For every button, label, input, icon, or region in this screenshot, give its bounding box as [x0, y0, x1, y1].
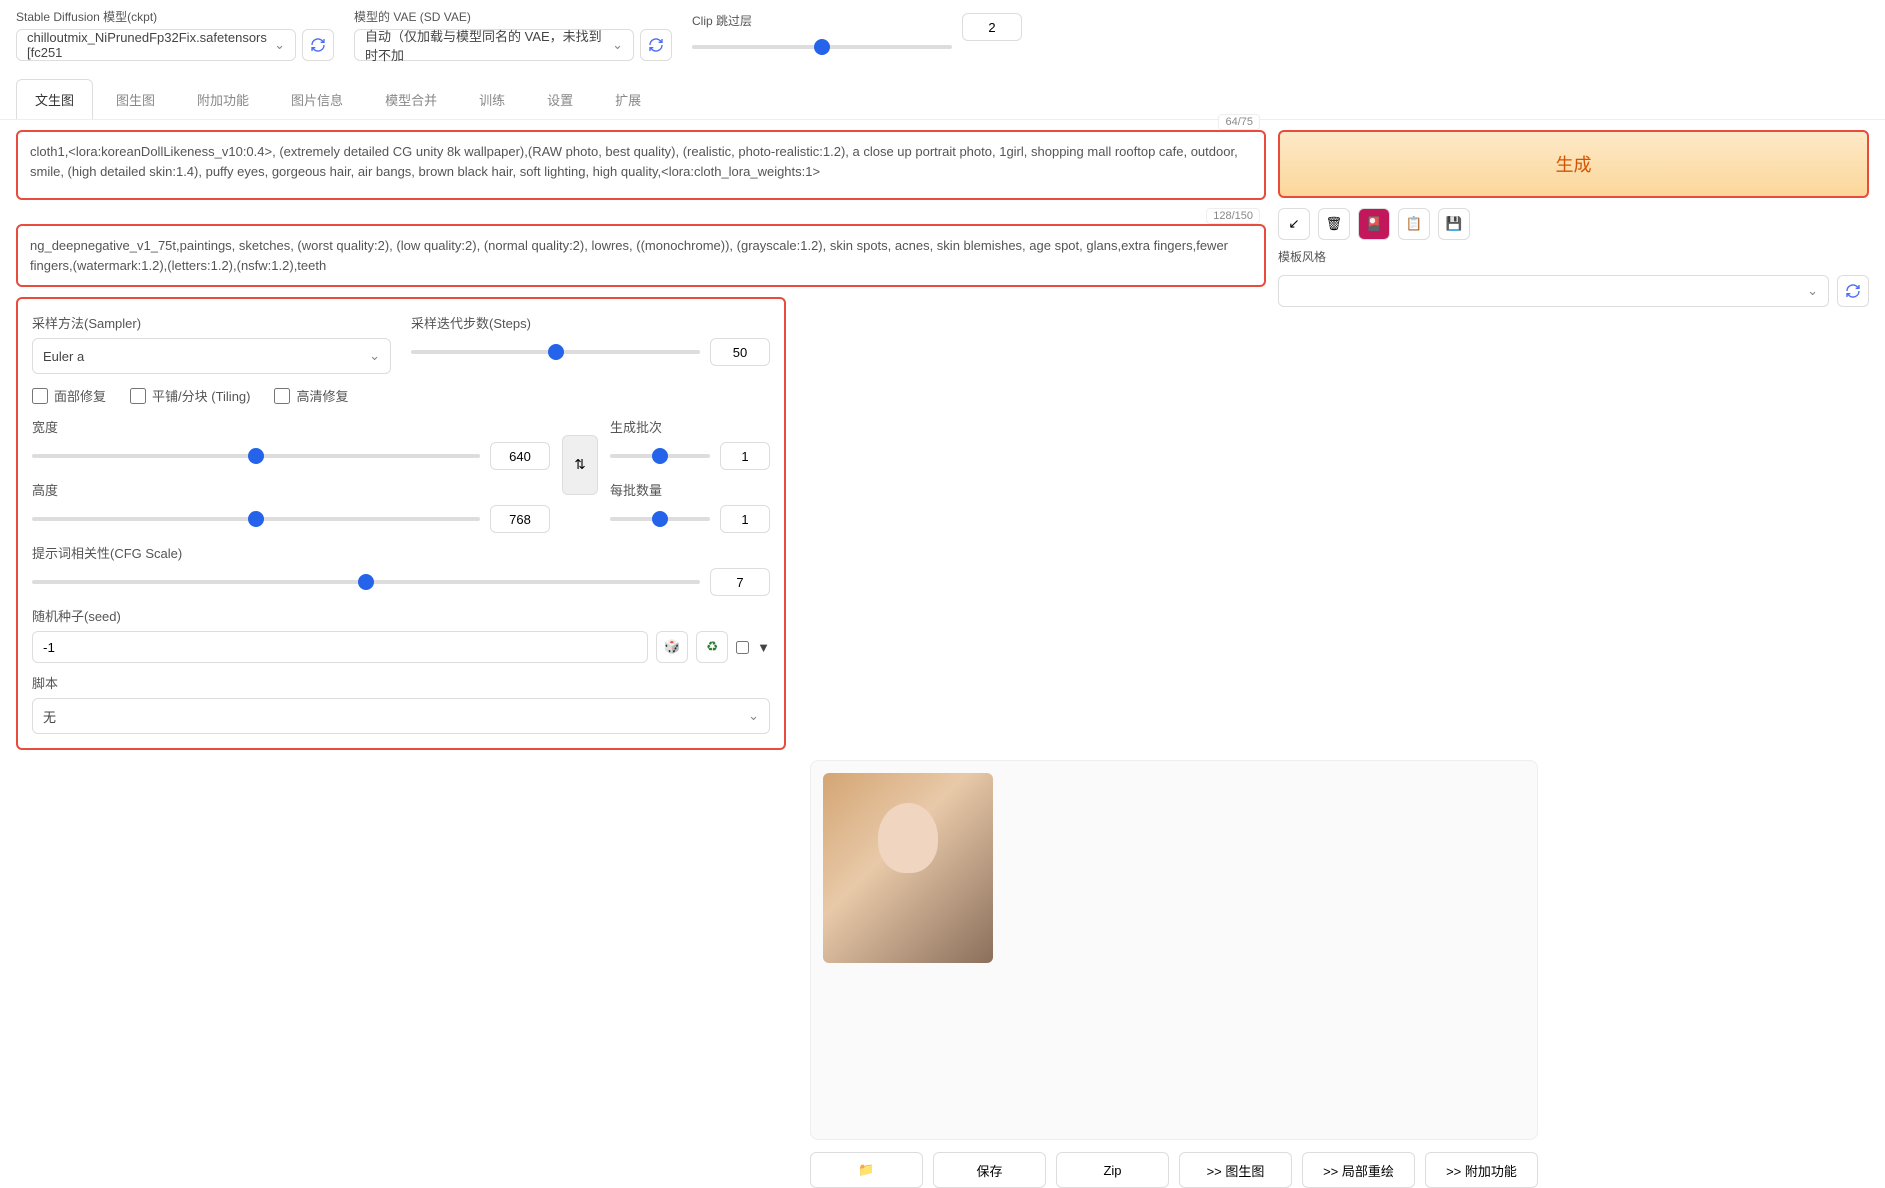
trash-icon: 🗑: [1326, 216, 1343, 232]
height-label: 高度: [32, 480, 550, 499]
tab-pnginfo[interactable]: 图片信息: [272, 79, 362, 119]
preview-panel: [810, 760, 1538, 1140]
main-tabs: 文生图 图生图 附加功能 图片信息 模型合并 训练 设置 扩展: [0, 79, 1885, 120]
zip-button[interactable]: Zip: [1056, 1152, 1169, 1188]
triangle-down-icon: ▼: [757, 640, 770, 655]
sampler-label: 采样方法(Sampler): [32, 313, 391, 332]
arrow-button[interactable]: ↙: [1278, 208, 1310, 240]
tab-extensions[interactable]: 扩展: [596, 79, 660, 119]
checkpoint-refresh-button[interactable]: [302, 29, 334, 61]
settings-panel: 采样方法(Sampler) Euler a ⌄ 采样迭代步数(Steps) 面部…: [16, 297, 786, 750]
clipboard-icon: 📋: [1406, 216, 1423, 232]
tiling-check[interactable]: 平铺/分块 (Tiling): [130, 386, 250, 405]
steps-value[interactable]: [710, 338, 770, 366]
vae-refresh-button[interactable]: [640, 29, 672, 61]
batch-size-label: 每批数量: [610, 480, 770, 499]
batch-count-value[interactable]: [720, 442, 770, 470]
clipboard-button[interactable]: 📋: [1398, 208, 1430, 240]
width-value[interactable]: [490, 442, 550, 470]
send-extras-button[interactable]: >> 附加功能: [1425, 1152, 1538, 1188]
checkpoint-select[interactable]: chilloutmix_NiPrunedFp32Fix.safetensors …: [16, 29, 296, 61]
style-label: 模板风格: [1278, 250, 1326, 264]
folder-icon: 📁: [858, 1162, 874, 1178]
clip-skip-value[interactable]: [962, 13, 1022, 41]
face-restore-check[interactable]: 面部修复: [32, 386, 106, 405]
height-value[interactable]: [490, 505, 550, 533]
script-label: 脚本: [32, 673, 770, 692]
tab-extras[interactable]: 附加功能: [178, 79, 268, 119]
dice-icon: 🎲: [664, 639, 681, 655]
tab-img2img[interactable]: 图生图: [97, 79, 174, 119]
style-select[interactable]: ⌄: [1278, 275, 1829, 307]
send-inpaint-button[interactable]: >> 局部重绘: [1302, 1152, 1415, 1188]
width-slider[interactable]: [32, 454, 480, 458]
refresh-icon: [310, 37, 326, 53]
chevron-down-icon: ⌄: [369, 348, 380, 364]
refresh-icon: [1845, 283, 1861, 299]
chevron-down-icon: ⌄: [274, 37, 285, 53]
send-img2img-button[interactable]: >> 图生图: [1179, 1152, 1292, 1188]
save-button[interactable]: 保存: [933, 1152, 1046, 1188]
generate-button[interactable]: 生成: [1278, 130, 1869, 198]
width-label: 宽度: [32, 417, 550, 436]
save-icon: 💾: [1446, 216, 1463, 232]
height-slider[interactable]: [32, 517, 480, 521]
prompt-input[interactable]: cloth1,<lora:koreanDollLikeness_v10:0.4>…: [16, 130, 1266, 200]
sampler-select[interactable]: Euler a ⌄: [32, 338, 391, 374]
refresh-icon: [648, 37, 664, 53]
clip-skip-slider[interactable]: [692, 45, 952, 49]
seed-extra-check[interactable]: [736, 641, 749, 654]
tab-train[interactable]: 训练: [460, 79, 524, 119]
tab-merge[interactable]: 模型合并: [366, 79, 456, 119]
cfg-slider[interactable]: [32, 580, 700, 584]
extra-networks-button[interactable]: 🎴: [1358, 208, 1390, 240]
seed-random-button[interactable]: 🎲: [656, 631, 688, 663]
swap-dims-button[interactable]: ⇅: [562, 435, 598, 495]
open-folder-button[interactable]: 📁: [810, 1152, 923, 1188]
trash-button[interactable]: 🗑: [1318, 208, 1350, 240]
cfg-value[interactable]: [710, 568, 770, 596]
cfg-label: 提示词相关性(CFG Scale): [32, 543, 770, 562]
script-select[interactable]: 无 ⌄: [32, 698, 770, 734]
neg-prompt-input[interactable]: ng_deepnegative_v1_75t,paintings, sketch…: [16, 224, 1266, 287]
tab-settings[interactable]: 设置: [528, 79, 592, 119]
batch-count-slider[interactable]: [610, 454, 710, 458]
style-refresh-button[interactable]: [1837, 275, 1869, 307]
save-style-button[interactable]: 💾: [1438, 208, 1470, 240]
hires-check[interactable]: 高清修复: [274, 386, 348, 405]
batch-count-label: 生成批次: [610, 417, 770, 436]
batch-size-value[interactable]: [720, 505, 770, 533]
card-icon: 🎴: [1366, 216, 1383, 232]
chevron-down-icon: ⌄: [748, 708, 759, 724]
recycle-icon: ♻: [706, 639, 718, 655]
steps-label: 采样迭代步数(Steps): [411, 313, 770, 332]
arrow-icon: ↙: [1288, 216, 1299, 232]
generated-image[interactable]: [823, 773, 993, 963]
seed-input[interactable]: [32, 631, 648, 663]
vae-select[interactable]: 自动（仅加载与模型同名的 VAE，未找到时不加 ⌄: [354, 29, 634, 61]
seed-recycle-button[interactable]: ♻: [696, 631, 728, 663]
batch-size-slider[interactable]: [610, 517, 710, 521]
chevron-down-icon: ⌄: [1807, 283, 1818, 299]
steps-slider[interactable]: [411, 350, 700, 354]
prompt-counter: 64/75: [1218, 114, 1260, 130]
swap-icon: ⇅: [574, 457, 585, 473]
tab-txt2img[interactable]: 文生图: [16, 79, 93, 119]
neg-prompt-counter: 128/150: [1206, 208, 1260, 224]
seed-label: 随机种子(seed): [32, 606, 770, 625]
checkpoint-label: Stable Diffusion 模型(ckpt): [16, 8, 334, 25]
chevron-down-icon: ⌄: [612, 37, 623, 53]
vae-label: 模型的 VAE (SD VAE): [354, 8, 672, 25]
